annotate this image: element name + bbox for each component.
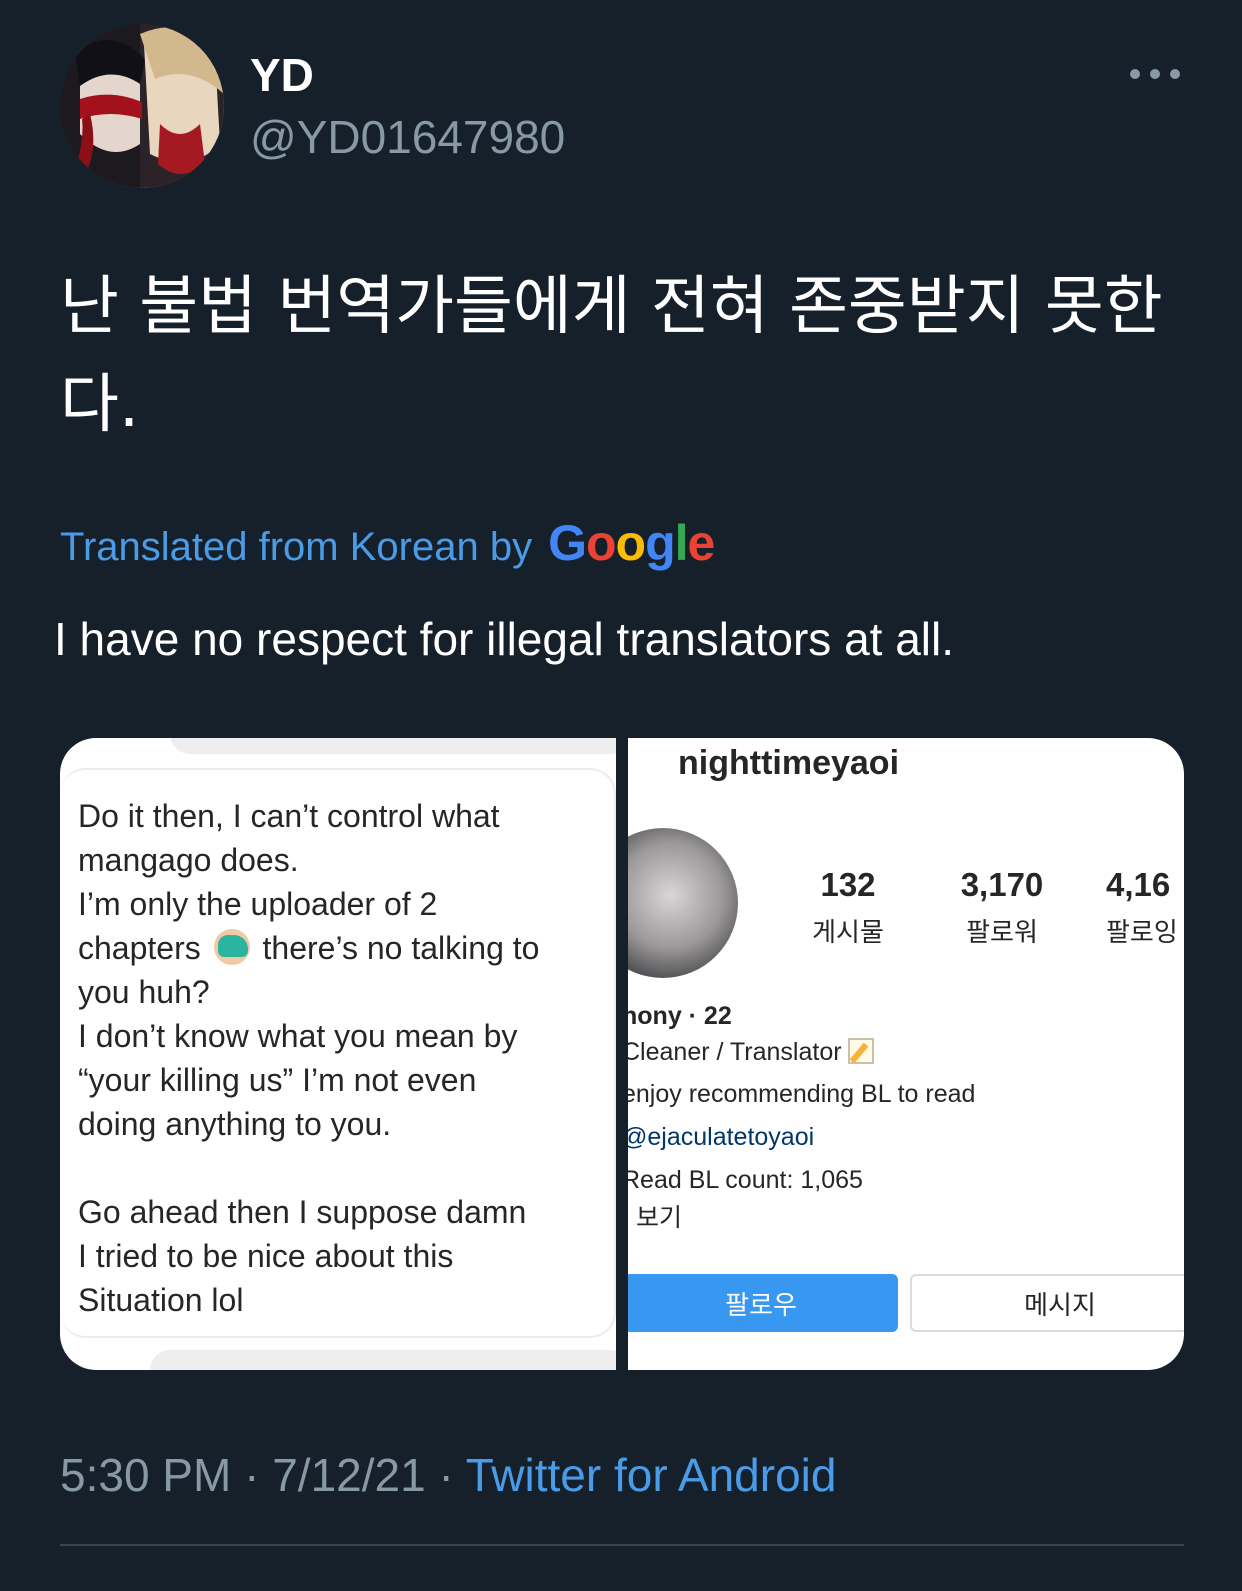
avatar-artwork <box>60 24 224 188</box>
tweet-time[interactable]: 5:30 PM <box>60 1449 231 1501</box>
message-text: Do it then, I can’t control what mangago… <box>78 798 540 1318</box>
author-avatar[interactable] <box>60 24 224 188</box>
more-icon[interactable] <box>1130 62 1180 86</box>
tweet-media: Do it then, I can’t control what mangago… <box>60 738 1184 1370</box>
facepalm-emoji-icon <box>213 929 250 965</box>
tweet-source-link[interactable]: Twitter for Android <box>466 1449 837 1501</box>
stat-following: 4,16 팔로잉 <box>1106 866 1178 948</box>
bio-count: Read BL count: 1,065 <box>628 1166 863 1194</box>
memo-emoji-icon <box>847 1038 874 1064</box>
message-bubble-edge <box>150 1350 616 1370</box>
author-display-name[interactable]: YD <box>250 48 314 102</box>
author-handle[interactable]: @YD01647980 <box>250 110 565 164</box>
stat-followers: 3,170 팔로워 <box>960 866 1044 948</box>
meta-separator: · <box>244 1449 260 1501</box>
follow-button: 팔로우 <box>628 1274 898 1332</box>
profile-username: nighttimeyaoi <box>678 744 900 782</box>
stat-posts: 132 게시물 <box>812 866 884 948</box>
google-logo: Google <box>548 515 715 571</box>
bio-more: 보기 <box>636 1204 683 1232</box>
more-dot <box>1150 69 1160 79</box>
message-button: 메시지 <box>910 1274 1184 1332</box>
profile-avatar <box>628 828 738 978</box>
bio-role: Cleaner / Translator <box>628 1038 874 1067</box>
more-dot <box>1130 69 1140 79</box>
media-image-profile[interactable]: nighttimeyaoi 132 게시물 3,170 팔로워 4,16 팔로잉… <box>628 738 1184 1370</box>
bio-link: @ejaculatetoyaoi <box>628 1123 815 1151</box>
translation-attribution[interactable]: Translated from Korean by Google <box>60 514 715 572</box>
meta-separator: · <box>438 1449 454 1501</box>
translated-text: I have no respect for illegal translator… <box>54 613 955 665</box>
bio-name: hony · 22 <box>628 1002 732 1030</box>
media-image-message[interactable]: Do it then, I can’t control what mangago… <box>60 738 616 1370</box>
tweet-metadata: 5:30 PM · 7/12/21 · Twitter for Android <box>60 1448 836 1502</box>
more-dot <box>1170 69 1180 79</box>
tweet-date[interactable]: 7/12/21 <box>272 1449 425 1501</box>
message-bubble-edge <box>170 738 616 754</box>
bio-description: enjoy recommending BL to read <box>628 1080 976 1108</box>
tweet-detail: YD @YD01647980 난 불법 번역가들에게 전혀 존중받지 못한다. … <box>0 0 1242 1591</box>
translated-from-label[interactable]: Translated from Korean by <box>60 525 532 570</box>
tweet-text: 난 불법 번역가들에게 전혀 존중받지 못한다. <box>60 270 1163 442</box>
divider <box>60 1544 1184 1546</box>
